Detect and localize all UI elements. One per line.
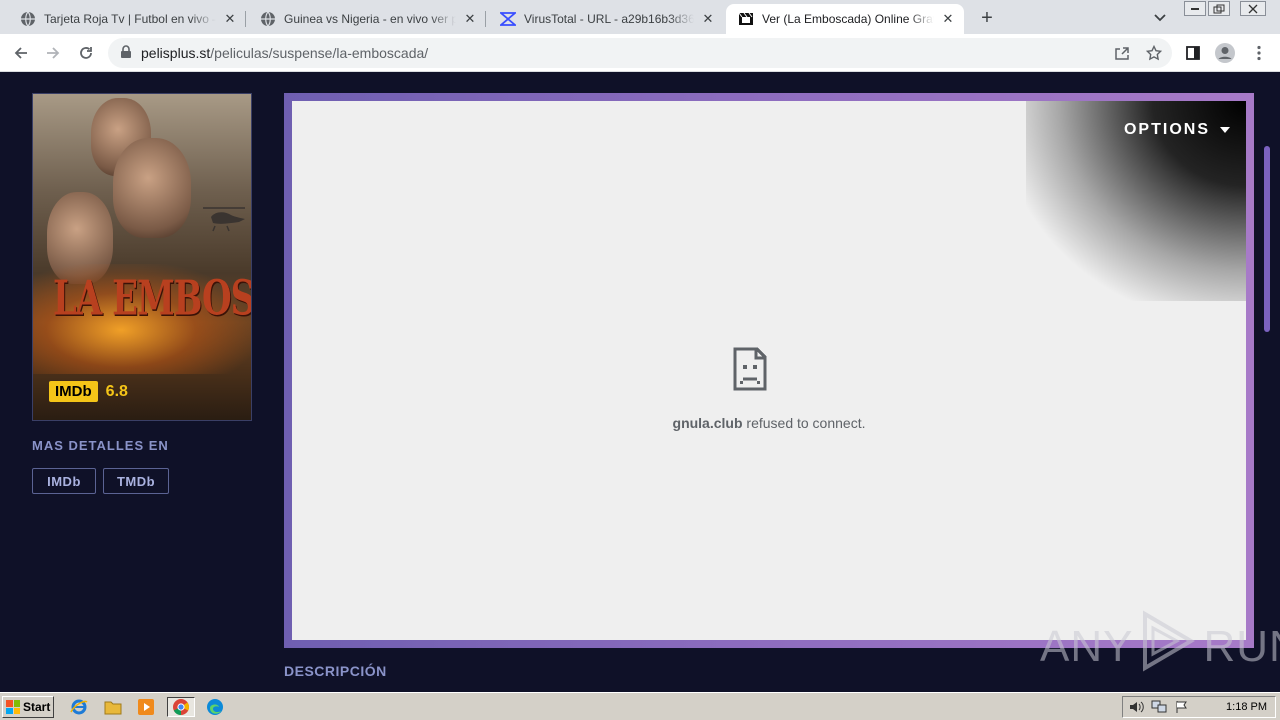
bookmark-star-icon[interactable]: [1141, 40, 1167, 66]
tab-title: Ver (La Emboscada) Online Gratis✓ | Peli…: [762, 12, 934, 26]
more-details-heading: MAS DETALLES EN: [32, 438, 169, 453]
globe-icon: [20, 11, 36, 27]
close-tab-icon[interactable]: ✕: [462, 11, 478, 27]
rating-value: 6.8: [105, 382, 128, 400]
globe-icon: [260, 11, 276, 27]
close-tab-icon[interactable]: ✕: [700, 11, 716, 27]
imdb-link-button[interactable]: IMDb: [32, 468, 96, 494]
anyrun-watermark: ANY RUN: [1040, 610, 1280, 683]
tab-virustotal[interactable]: VirusTotal - URL - a29b16b3d36f2dc2 ✕: [488, 4, 724, 34]
caret-down-icon: [1220, 127, 1230, 133]
lock-icon[interactable]: [120, 45, 132, 64]
tab-strip: Tarjeta Roja Tv | Futbol en vivo – Pirlo…: [0, 0, 1280, 34]
tab-tarjeta-roja[interactable]: Tarjeta Roja Tv | Futbol en vivo – Pirlo…: [8, 4, 246, 34]
virustotal-icon: [500, 11, 516, 27]
tab-title: VirusTotal - URL - a29b16b3d36f2dc2: [524, 12, 694, 26]
pelisplus-icon: [738, 11, 754, 27]
page-content: LA EMBOSCADA IMDb 6.8 MAS DETALLES EN IM…: [0, 72, 1280, 692]
tmdb-link-button[interactable]: TMDb: [103, 468, 169, 494]
video-player: OPTIONS gnula.club refused to connect.: [284, 93, 1254, 648]
sad-document-icon: [732, 347, 768, 391]
file-explorer-icon[interactable]: [102, 697, 124, 717]
close-tab-icon[interactable]: ✕: [222, 11, 238, 27]
menu-kebab-icon[interactable]: [1246, 40, 1272, 66]
poster-title-art: LA EMBOSCADA: [53, 271, 252, 327]
imdb-badge: IMDb: [49, 381, 98, 402]
windows-logo-icon: [6, 700, 20, 714]
side-panel-icon[interactable]: [1180, 40, 1206, 66]
browser-toolbar: pelisplus.st/peliculas/suspense/la-embos…: [0, 34, 1280, 72]
share-icon[interactable]: [1109, 40, 1135, 66]
tab-search-chevron-icon[interactable]: [1150, 8, 1170, 28]
connection-error-message: gnula.club refused to connect.: [672, 415, 866, 431]
close-window-button[interactable]: [1240, 1, 1266, 16]
forward-button[interactable]: [40, 40, 66, 66]
back-button[interactable]: [8, 40, 34, 66]
close-tab-icon[interactable]: ✕: [940, 11, 956, 27]
reload-button[interactable]: [73, 40, 99, 66]
restore-button[interactable]: [1208, 1, 1230, 16]
description-heading: DESCRIPCIÓN: [284, 663, 387, 679]
volume-icon[interactable]: [1129, 700, 1145, 719]
tab-title: Tarjeta Roja Tv | Futbol en vivo – Pirlo: [44, 12, 216, 26]
options-dropdown[interactable]: OPTIONS: [1124, 121, 1230, 139]
imdb-rating: IMDb 6.8: [49, 381, 128, 402]
player-iframe[interactable]: OPTIONS gnula.club refused to connect.: [292, 101, 1246, 640]
play-triangle-icon: [1139, 610, 1197, 683]
start-button[interactable]: Start: [2, 696, 54, 718]
action-center-flag-icon[interactable]: [1175, 700, 1189, 719]
chrome-taskbar-icon[interactable]: [167, 697, 195, 717]
tab-guinea-nigeria[interactable]: Guinea vs Nigeria - en vivo ver partido …: [248, 4, 486, 34]
options-label: OPTIONS: [1123, 121, 1210, 138]
windows-taskbar: Start 1:18 PM: [0, 692, 1280, 720]
network-icon[interactable]: [1151, 700, 1167, 719]
movie-poster: LA EMBOSCADA IMDb 6.8: [32, 93, 252, 421]
url-text: pelisplus.st/peliculas/suspense/la-embos…: [141, 45, 429, 61]
minimize-button[interactable]: [1184, 1, 1206, 16]
page-scrollbar[interactable]: [1264, 146, 1270, 332]
address-bar[interactable]: pelisplus.st/peliculas/suspense/la-embos…: [108, 38, 1172, 68]
poster-face: [113, 138, 191, 238]
tab-pelisplus[interactable]: Ver (La Emboscada) Online Gratis✓ | Peli…: [726, 4, 964, 34]
taskbar-clock[interactable]: 1:18 PM: [1226, 701, 1267, 713]
system-tray: 1:18 PM: [1122, 696, 1276, 718]
profile-avatar-icon[interactable]: [1212, 40, 1238, 66]
media-player-icon[interactable]: [135, 697, 157, 717]
edge-icon[interactable]: [204, 697, 226, 717]
helicopter-icon: [201, 204, 247, 237]
new-tab-button[interactable]: +: [975, 6, 999, 30]
tab-title: Guinea vs Nigeria - en vivo ver partido: [284, 12, 456, 26]
internet-explorer-icon[interactable]: [68, 697, 90, 717]
